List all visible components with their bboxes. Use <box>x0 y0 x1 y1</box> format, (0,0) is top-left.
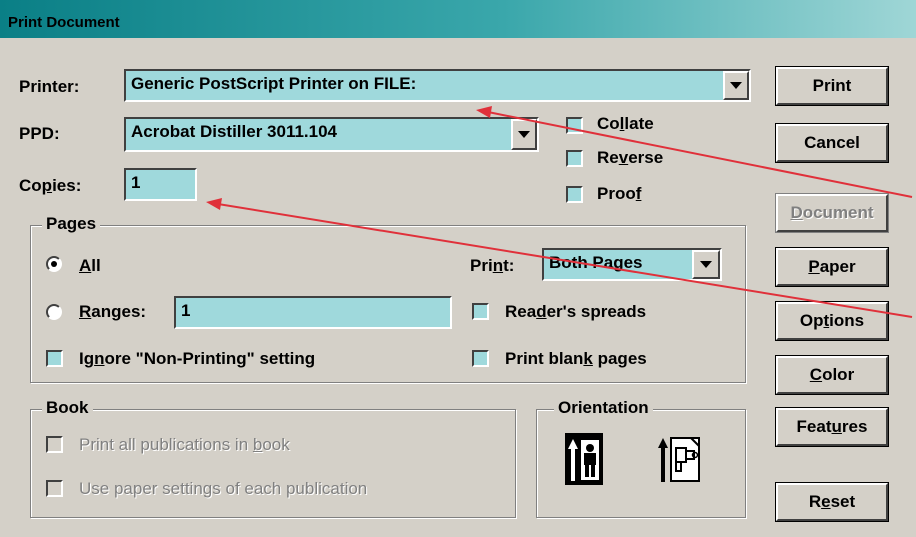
color-button[interactable]: Color <box>775 355 889 395</box>
ppd-label: PPD: <box>19 124 60 143</box>
title-bar: Print Document <box>0 0 916 38</box>
ppd-select-value: Acrobat Distiller 3011.104 <box>131 122 338 141</box>
print-all-publications-checkbox[interactable] <box>46 436 63 453</box>
book-group-title: Book <box>42 398 93 418</box>
print-pages-value: Both Pages <box>549 253 643 272</box>
printer-label: Printer: <box>19 77 80 96</box>
copies-label: Copies: <box>19 176 82 195</box>
readers-spreads-checkbox[interactable] <box>472 303 489 320</box>
window-title: Print Document <box>8 14 120 31</box>
use-paper-settings-label: Use paper settings of each publication <box>79 479 368 498</box>
collate-label: Collate <box>597 114 654 133</box>
print-blank-checkbox[interactable] <box>472 350 489 367</box>
copies-input[interactable]: 1 <box>124 168 197 201</box>
ranges-value: 1 <box>181 301 191 320</box>
print-pages-dropdown-button[interactable] <box>692 250 720 279</box>
proof-label: Proof <box>597 184 642 203</box>
reverse-label: Reverse <box>597 148 664 167</box>
print-blank-label: Print blank pages <box>505 349 647 368</box>
options-button[interactable]: Options <box>775 301 889 341</box>
proof-checkbox[interactable] <box>566 186 583 203</box>
orientation-group-title: Orientation <box>554 398 653 418</box>
portrait-orientation-button[interactable] <box>565 433 603 485</box>
readers-spreads-label: Reader's spreads <box>505 302 647 321</box>
landscape-orientation-icon <box>658 437 700 482</box>
all-radio[interactable] <box>46 256 62 272</box>
ranges-input[interactable]: 1 <box>174 296 452 329</box>
features-button[interactable]: Features <box>775 407 889 447</box>
dropdown-arrow-icon <box>730 81 742 89</box>
copies-value: 1 <box>131 173 141 192</box>
use-paper-settings-checkbox[interactable] <box>46 480 63 497</box>
ppd-dropdown-button[interactable] <box>511 119 537 150</box>
book-group <box>30 409 516 518</box>
print-pages-label: Print: <box>470 256 515 275</box>
printer-select[interactable]: Generic PostScript Printer on FILE: <box>124 69 751 102</box>
pages-group-title: Pages <box>42 214 101 234</box>
cancel-button[interactable]: Cancel <box>775 123 889 163</box>
paper-button[interactable]: Paper <box>775 247 889 287</box>
dropdown-arrow-icon <box>518 130 530 138</box>
ranges-label: Ranges: <box>79 302 147 321</box>
printer-dropdown-button[interactable] <box>723 71 749 100</box>
portrait-orientation-icon <box>567 435 601 483</box>
ranges-radio[interactable] <box>46 304 62 320</box>
ignore-nonprinting-label: Ignore "Non-Printing" setting <box>79 349 316 368</box>
collate-checkbox[interactable] <box>566 117 583 134</box>
printer-select-value: Generic PostScript Printer on FILE: <box>131 74 417 93</box>
print-button[interactable]: Print <box>775 66 889 106</box>
all-label: All <box>79 256 101 275</box>
print-all-publications-label: Print all publications in book <box>79 435 290 454</box>
reset-button[interactable]: Reset <box>775 482 889 522</box>
dropdown-arrow-icon <box>700 260 712 268</box>
ignore-nonprinting-checkbox[interactable] <box>46 350 63 367</box>
reverse-checkbox[interactable] <box>566 150 583 167</box>
document-button[interactable]: Document <box>775 193 889 233</box>
landscape-orientation-button[interactable] <box>657 436 717 484</box>
ppd-select[interactable]: Acrobat Distiller 3011.104 <box>124 117 539 152</box>
